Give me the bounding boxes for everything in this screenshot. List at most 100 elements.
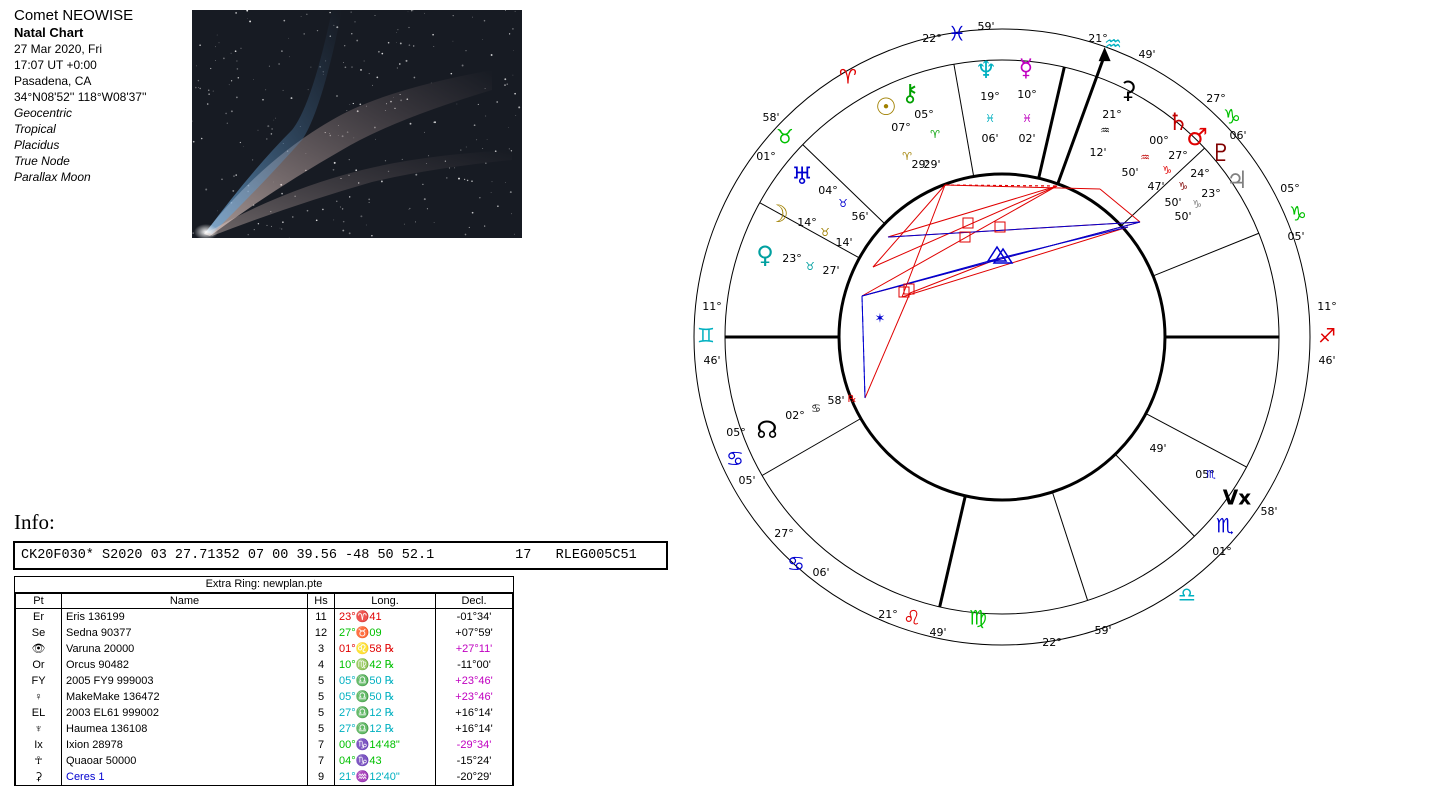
table-row[interactable]: Ix Ixion 28978 7 00°♑14'48" -29°34' (15, 737, 513, 753)
option-geocentric: Geocentric (14, 106, 73, 120)
star-dot (343, 61, 344, 63)
star-dot (433, 121, 435, 123)
point-name: Haumea 136108 (61, 721, 308, 737)
star-dot (349, 104, 351, 105)
extra-ring-table: Extra Ring: newplan.pte Pt Name Hs Long.… (14, 576, 514, 786)
star-dot (512, 74, 514, 76)
star-dot (518, 106, 521, 109)
star-dot (479, 197, 481, 199)
point-name: Ceres 1 (61, 769, 308, 785)
star-dot (310, 66, 312, 68)
planet-glyph: ♀ (756, 241, 774, 269)
longitude-value: 05°♎50 ℞ (334, 673, 436, 689)
star-dot (368, 73, 370, 75)
star-dot (473, 124, 476, 127)
star-dot (257, 129, 259, 131)
star-dot (423, 198, 426, 201)
table-row[interactable]: Or Orcus 90482 4 10°♍42 ℞ -11°00' (15, 657, 513, 673)
star-dot (350, 11, 352, 13)
natal-chart-wheel[interactable]: ♓ ♒ ♑ ♑ ♐ ♏ ♎ ♍ ♌ ♋ ♋ ♊ ♉ ♈ 22° 59' 21° 49' 27° 06' 05° 05' 11… (690, 11, 1336, 666)
star-dot (399, 42, 402, 45)
star-dot (199, 44, 201, 46)
star-dot (230, 52, 232, 54)
star-dot (342, 220, 345, 223)
star-dot (355, 169, 358, 172)
cusp-degree-label: 27° (774, 527, 794, 540)
star-dot (208, 89, 210, 91)
star-dot (270, 133, 273, 135)
star-dot (346, 109, 348, 112)
chart-type: Natal Chart (14, 25, 84, 40)
table-caption: Extra Ring: newplan.pte (15, 577, 513, 593)
cusp-degree-label: 05' (1287, 230, 1304, 243)
point-name: Orcus 90482 (61, 657, 308, 673)
star-dot (349, 196, 351, 198)
table-row[interactable]: 👁 Varuna 20000 3 01°♌58 ℞ +27°11' (15, 641, 513, 657)
table-row[interactable]: Se Sedna 90377 12 27°♉09 +07°59' (15, 625, 513, 641)
star-dot (360, 68, 362, 71)
longitude-value: 04°♑43 (334, 753, 436, 769)
star-dot (315, 219, 318, 222)
chart-date: 27 Mar 2020, Fri (14, 42, 103, 56)
house-number: 5 (307, 705, 335, 721)
star-dot (228, 84, 230, 86)
star-dot (363, 60, 365, 62)
star-dot (278, 63, 280, 65)
star-dot (210, 67, 212, 70)
table-row[interactable]: ☥ Quaoar 50000 7 04°♑43 -15°24' (15, 753, 513, 769)
table-row[interactable]: EL 2003 EL61 999002 5 27°♎12 ℞ +16°14' (15, 705, 513, 721)
star-dot (271, 128, 273, 130)
info-record[interactable]: CK20F030* S2020 03 27.71352 07 00 39.56 … (13, 541, 668, 570)
star-dot (341, 208, 344, 210)
star-dot (288, 37, 290, 39)
sign-glyph: ♊ (697, 324, 715, 348)
star-dot (376, 76, 379, 79)
star-dot (316, 29, 319, 32)
house-cusp-line (938, 495, 967, 608)
table-row[interactable]: Er Eris 136199 11 23°♈41 -01°34' (15, 608, 513, 625)
table-row[interactable]: ⚳ Ceres 1 9 21°♒12'40" -20°29' (15, 769, 513, 785)
house-number: 3 (307, 641, 335, 657)
planet-degree: 23° (782, 252, 802, 265)
star-dot (195, 86, 197, 89)
cusp-degree-label: 11° (702, 300, 722, 313)
aspect-line (1099, 188, 1141, 223)
cusp-degree-label: 46' (1318, 354, 1335, 367)
house-number: 5 (307, 721, 335, 737)
sign-glyph: ♉ (776, 125, 794, 149)
aspect-line (872, 185, 1058, 268)
star-dot (412, 10, 414, 12)
star-dot (396, 67, 399, 69)
inner-ring (837, 172, 1167, 502)
star-dot (461, 64, 464, 67)
declination-value: +16°14' (435, 705, 513, 721)
declination-value: -15°24' (435, 753, 513, 769)
star-dot (483, 19, 486, 22)
star-dot (344, 66, 347, 69)
star-dot (200, 137, 203, 140)
star-dot (464, 233, 467, 236)
planet-sign: ♉ (805, 260, 815, 273)
sign-glyph: ♌ (903, 606, 921, 630)
declination-value: -01°34' (435, 608, 513, 625)
point-name: Ixion 28978 (61, 737, 308, 753)
table-row[interactable]: ♀ MakeMake 136472 5 05°♎50 ℞ +23°46' (15, 689, 513, 705)
star-dot (339, 206, 342, 208)
star-dot (236, 68, 239, 70)
star-dot (424, 12, 425, 14)
star-dot (352, 102, 354, 105)
table-row[interactable]: ♆ Haumea 136108 5 27°♎12 ℞ +16°14' (15, 721, 513, 737)
star-dot (351, 33, 353, 35)
planet-minute: 14' (835, 236, 852, 249)
longitude-value: 27°♎12 ℞ (334, 721, 436, 737)
cusp-degree-label: 59' (977, 20, 994, 33)
cusp-degree-label: 49' (1149, 442, 1166, 455)
cusp-degree-label: 58' (1260, 505, 1277, 518)
star-dot (497, 205, 499, 208)
table-row[interactable]: FY 2005 FY9 999003 5 05°♎50 ℞ +23°46' (15, 673, 513, 689)
star-dot (253, 78, 254, 80)
declination-value: +27°11' (435, 641, 513, 657)
star-dot (375, 138, 376, 140)
star-dot (225, 112, 227, 115)
sign-glyph: ♑ (1289, 202, 1307, 226)
